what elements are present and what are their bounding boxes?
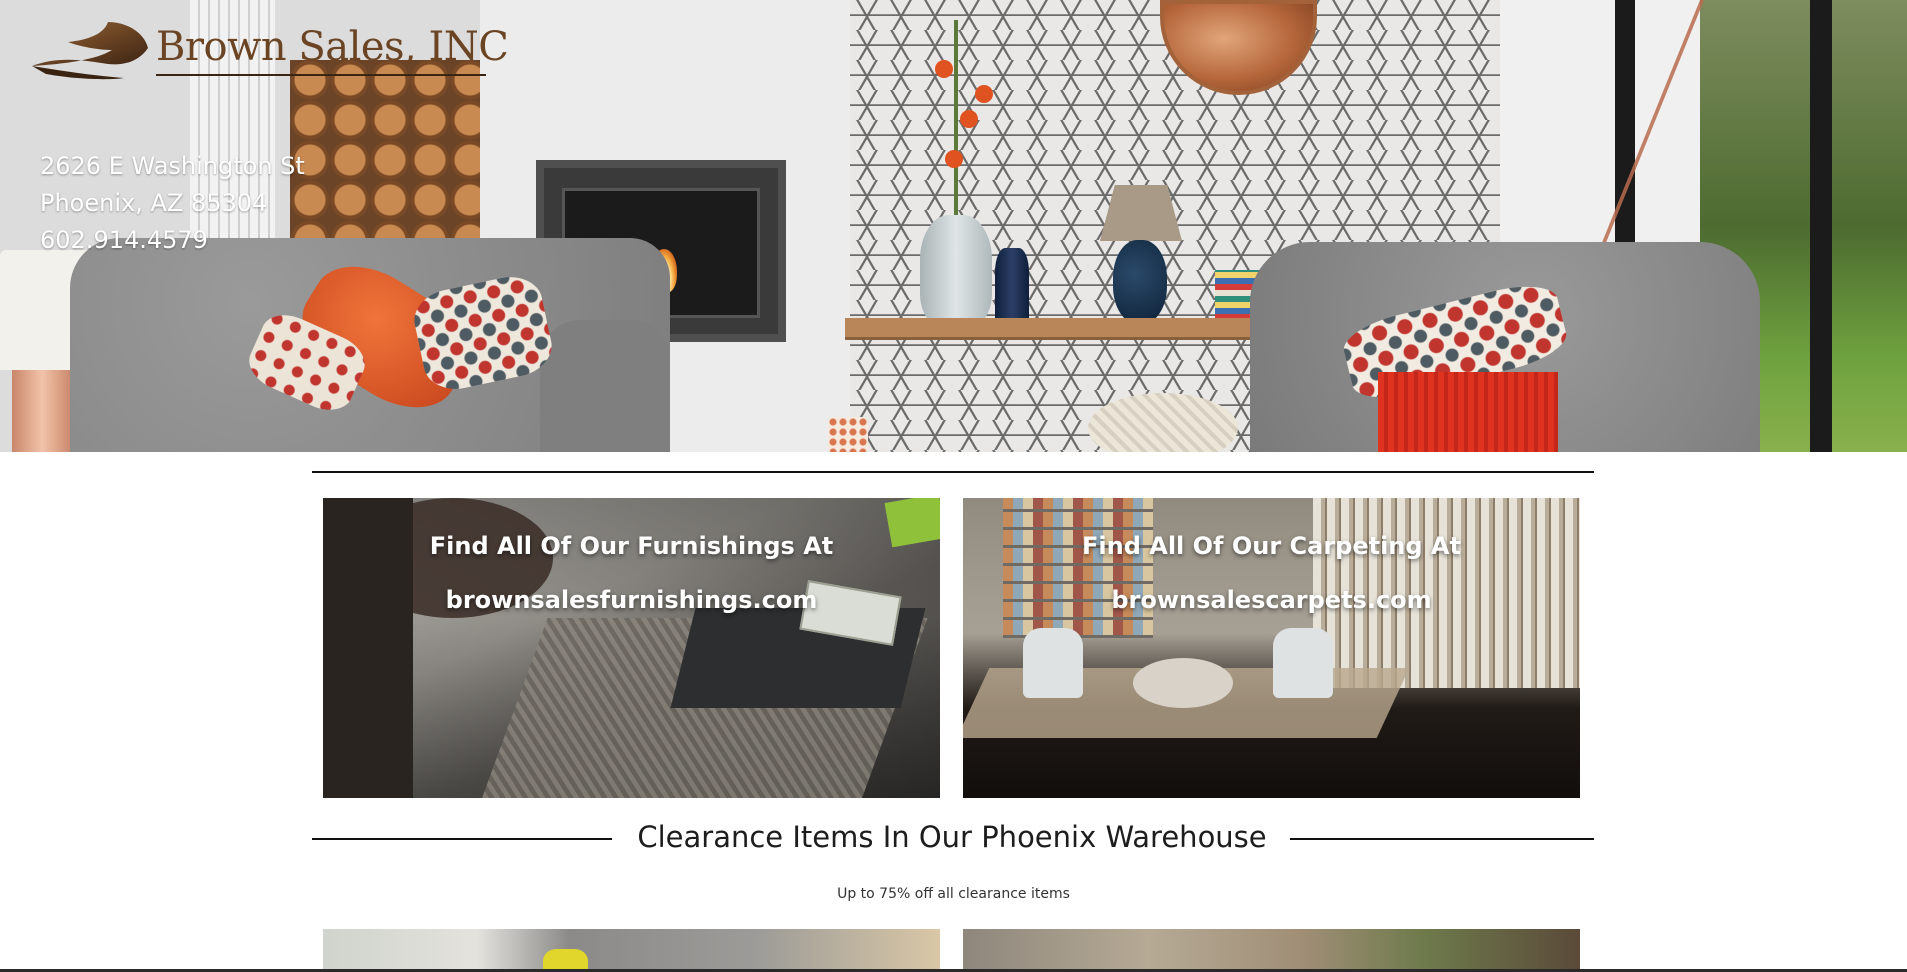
brand-name: Brown Sales, INC [156,24,509,70]
furnishings-promo-card[interactable]: Find All Of Our Furnishings At brownsale… [323,498,940,798]
card-armchair [1023,628,1083,698]
hero-floor-lamp-base [12,370,72,452]
hero-sofa-arm [540,320,670,452]
hero-vase [920,215,992,327]
clearance-subtitle: Up to 75% off all clearance items [837,886,1070,902]
contact-block: 2626 E Washington St Phoenix, AZ 85304 6… [40,148,305,259]
hero-flower [975,85,993,103]
carpeting-promo-card[interactable]: Find All Of Our Carpeting At brownsalesc… [963,498,1580,798]
hero-red-throw [1378,372,1558,452]
hero-flower [960,110,978,128]
section-divider [312,471,1594,473]
contact-phone[interactable]: 602.914.4579 [40,222,305,259]
furnishings-card-heading: Find All Of Our Furnishings At [429,532,834,560]
card-armchair [1273,628,1333,698]
clearance-title: Clearance Items In Our Phoenix Warehouse [637,820,1267,854]
carpeting-card-heading: Find All Of Our Carpeting At [1082,532,1461,560]
hero-mug [828,417,868,452]
clearance-item-card[interactable] [963,929,1580,972]
hero-banner: Brown Sales, INC 2626 E Washington St Ph… [0,0,1907,452]
brand-logo[interactable]: Brown Sales, INC [28,18,509,82]
card-ottoman [1133,658,1233,708]
contact-street: 2626 E Washington St [40,152,305,180]
carpeting-card-link[interactable]: brownsalescarpets.com [963,586,1580,614]
brand-underline [156,74,486,76]
hero-flower [935,60,953,78]
contact-city: Phoenix, AZ 85304 [40,189,268,217]
heading-rule-right [1290,838,1594,840]
hero-flower-stem [954,20,958,220]
hero-flower [945,150,963,168]
furnishings-card-link[interactable]: brownsalesfurnishings.com [323,586,940,614]
swoosh-logo-icon [32,22,148,80]
hero-table-lamp-base [1113,240,1167,324]
clearance-item-card[interactable] [323,929,940,972]
card-sample-shelves [1003,498,1153,638]
hero-bottle [995,248,1029,328]
heading-rule-left [312,838,612,840]
clearance-heading-row: Clearance Items In Our Phoenix Warehouse [312,820,1594,860]
